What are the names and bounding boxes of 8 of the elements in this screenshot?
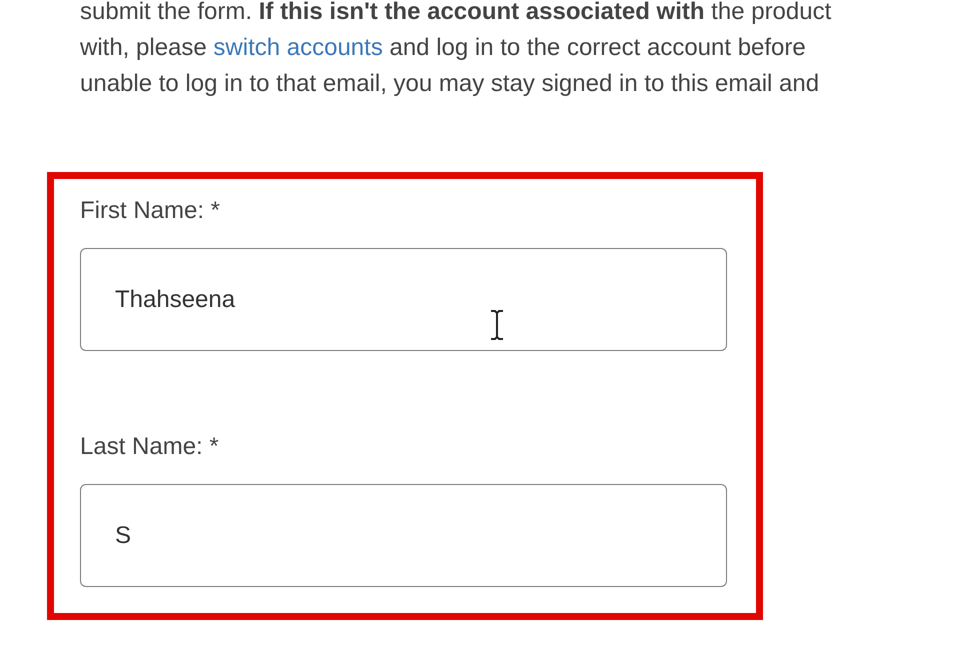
- paragraph-line: submit the form. If this isn't the account associated with the product: [80, 0, 832, 27]
- text-input[interactable]: Thahseena: [80, 248, 727, 351]
- text-input[interactable]: S: [80, 484, 727, 587]
- paragraph-line: unable to log in to that email, you may stay signed in to this email and: [80, 69, 820, 99]
- field-label: Last Name: *: [80, 432, 219, 462]
- paragraph-line: with, please switch accounts and log in to the correct account before: [80, 33, 806, 63]
- switch-accounts-link[interactable]: switch accounts: [213, 34, 383, 61]
- field-label: First Name: *: [80, 196, 220, 226]
